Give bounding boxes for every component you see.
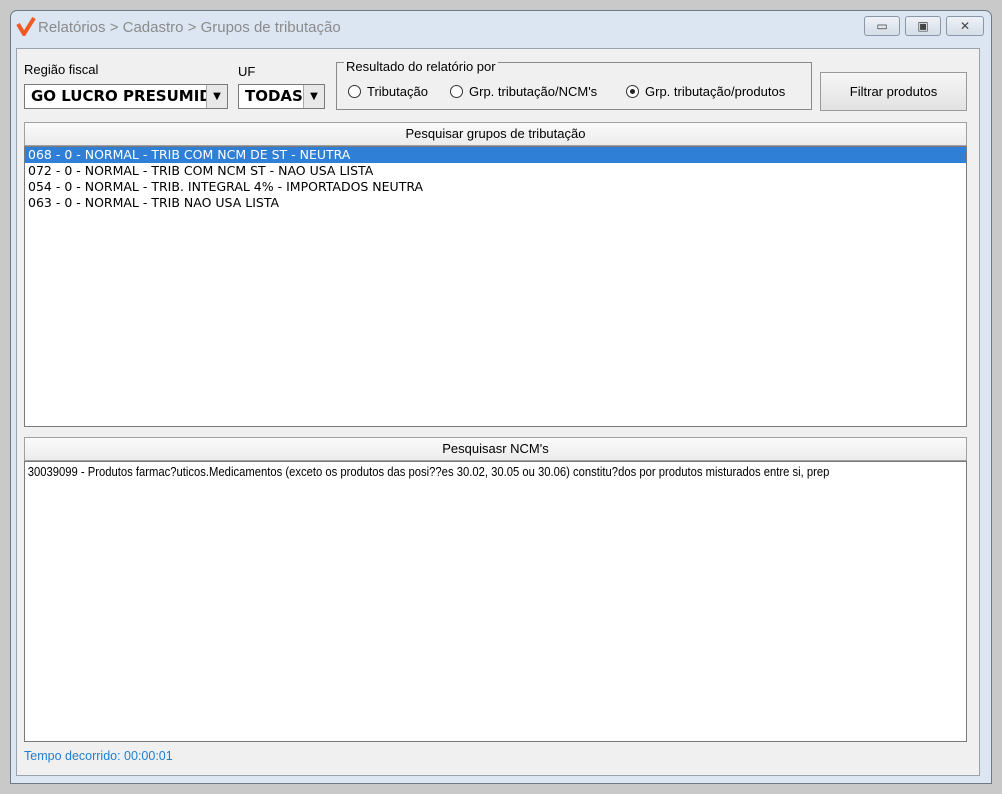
radio-label: Grp. tributação/produtos [645,84,786,99]
uf-combo[interactable]: TODAS ▼ [238,84,325,109]
resultado-caption: Resultado do relatório por [344,59,498,74]
grupos-header[interactable]: Pesquisar grupos de tributação [24,122,967,146]
radio-label: Grp. tributação/NCM's [469,84,598,99]
radio-circle-icon [450,85,463,98]
radio-tributacao[interactable]: Tributação [348,84,428,99]
uf-label: UF [238,64,256,79]
maximize-button[interactable]: ▣ [905,16,941,36]
list-item[interactable]: 30039099 - Produtos farmac?uticos.Medica… [25,464,872,480]
app-logo-icon [16,16,36,36]
list-item[interactable]: 063 - 0 - NORMAL - TRIB NAO USA LISTA [25,195,966,211]
regiao-value: GO LUCRO PRESUMIDO [31,87,225,105]
list-item[interactable]: 054 - 0 - NORMAL - TRIB. INTEGRAL 4% - I… [25,179,966,195]
regiao-combo[interactable]: GO LUCRO PRESUMIDO ▼ [24,84,228,109]
ncm-header[interactable]: Pesquisasr NCM's [24,437,967,461]
uf-value: TODAS [245,87,303,105]
grupos-list[interactable]: 068 - 0 - NORMAL - TRIB COM NCM DE ST - … [24,146,967,427]
chevron-down-icon[interactable]: ▼ [206,85,227,108]
list-item[interactable]: 072 - 0 - NORMAL - TRIB COM NCM ST - NAO… [25,163,966,179]
status-text: Tempo decorrido: 00:00:01 [24,749,173,763]
radio-label: Tributação [367,84,428,99]
radio-grp-produtos[interactable]: Grp. tributação/produtos [626,84,785,99]
minimize-button[interactable]: ▭ [864,16,900,36]
window-title: Relatórios > Cadastro > Grupos de tribut… [38,19,341,36]
filtrar-produtos-button[interactable]: Filtrar produtos [820,72,967,111]
radio-circle-icon [348,85,361,98]
close-button[interactable]: ✕ [946,16,984,36]
ncm-list[interactable]: 30039099 - Produtos farmac?uticos.Medica… [24,461,967,742]
radio-selected-icon [626,85,639,98]
regiao-label: Região fiscal [24,62,99,77]
list-item[interactable]: 068 - 0 - NORMAL - TRIB COM NCM DE ST - … [25,147,966,163]
radio-grp-ncm[interactable]: Grp. tributação/NCM's [450,84,597,99]
chevron-down-icon[interactable]: ▼ [303,85,324,108]
